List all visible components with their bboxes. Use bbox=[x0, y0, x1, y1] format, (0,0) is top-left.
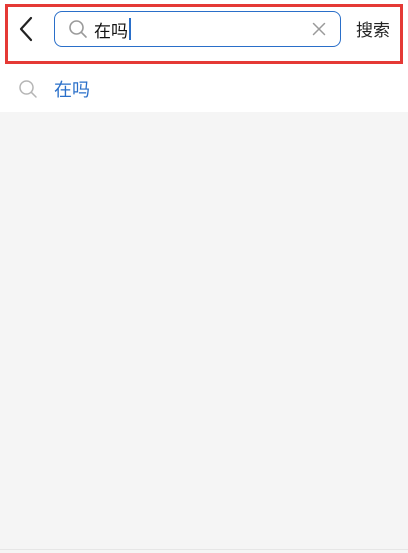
clear-search-button[interactable] bbox=[304, 14, 334, 44]
search-input-value: 在吗 bbox=[94, 21, 128, 42]
results-area bbox=[0, 112, 408, 549]
search-box[interactable]: 在吗 bbox=[54, 11, 341, 47]
suggestion-item[interactable]: 在吗 bbox=[0, 66, 408, 112]
divider bbox=[0, 549, 408, 550]
search-input[interactable]: 在吗 bbox=[94, 17, 304, 42]
chevron-left-icon bbox=[19, 16, 33, 42]
suggestion-label: 在吗 bbox=[54, 80, 90, 101]
back-button[interactable] bbox=[12, 12, 40, 46]
close-icon bbox=[312, 22, 326, 36]
search-button[interactable]: 搜索 bbox=[356, 16, 390, 42]
search-header: 在吗 搜索 bbox=[0, 0, 408, 66]
search-page: 在吗 搜索 在吗 bbox=[0, 0, 408, 553]
search-icon bbox=[68, 19, 88, 39]
text-caret bbox=[129, 18, 131, 40]
search-icon bbox=[18, 79, 38, 99]
